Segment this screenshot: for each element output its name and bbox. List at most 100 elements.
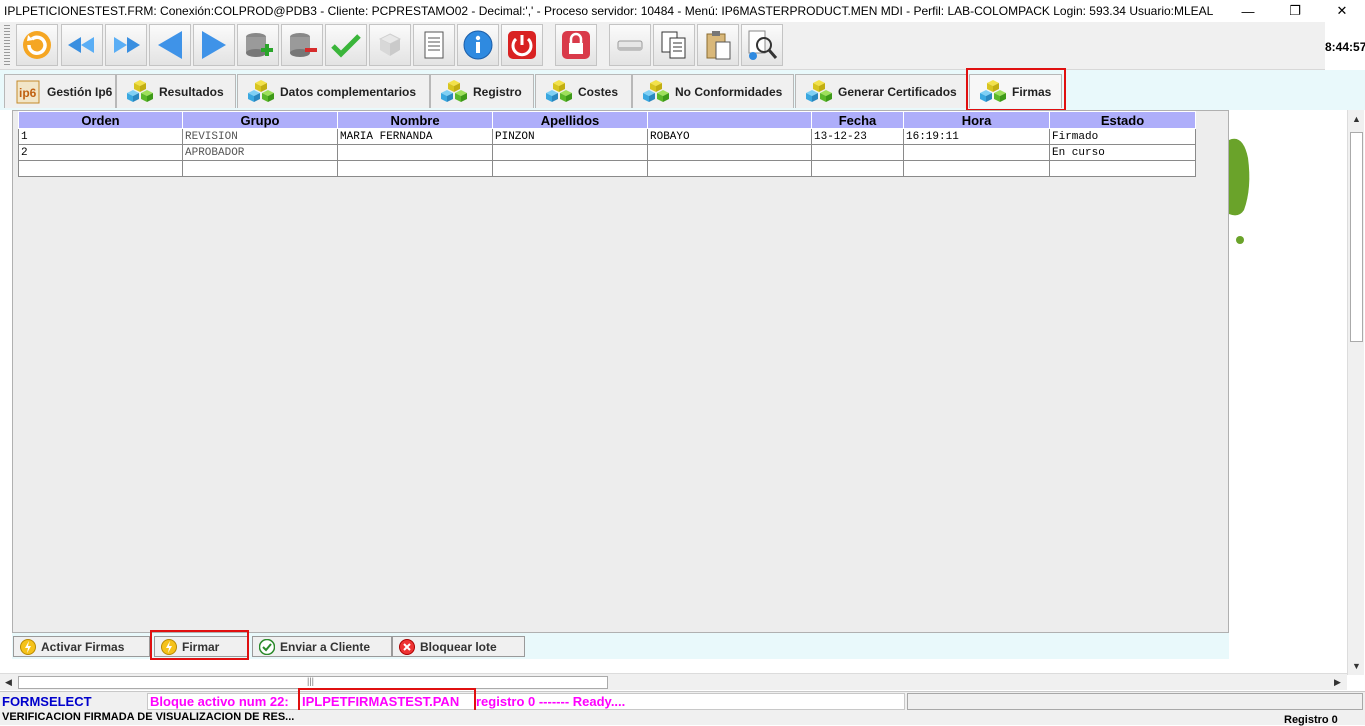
cell-estado[interactable]: En curso xyxy=(1049,144,1196,161)
bloquear-lote-button[interactable]: Bloquear lote xyxy=(392,636,525,657)
tab-no-conformidades[interactable]: No Conformidades xyxy=(632,74,794,108)
table-row[interactable]: 2 APROBADOR En curso xyxy=(18,144,1196,161)
copy-icon xyxy=(661,31,686,59)
paste-button[interactable] xyxy=(697,24,739,66)
cell-apellido2[interactable] xyxy=(647,144,812,161)
status-bloque: Bloque activo num 22: xyxy=(150,694,289,709)
first-record-button[interactable] xyxy=(61,24,103,66)
power-button[interactable] xyxy=(501,24,543,66)
cubes-icon xyxy=(806,79,832,102)
tab-datos-complementarios[interactable]: Datos complementarios xyxy=(237,74,430,108)
cell-fecha[interactable] xyxy=(811,160,904,177)
cubes-icon xyxy=(441,79,467,102)
vertical-scrollbar[interactable]: ▲ ▼ xyxy=(1347,110,1364,675)
cell-fecha[interactable] xyxy=(811,144,904,161)
search-button[interactable] xyxy=(741,24,783,66)
scroll-left-icon[interactable]: ◀ xyxy=(5,677,12,688)
scroll-right-icon[interactable]: ▶ xyxy=(1334,677,1341,688)
cell-grupo[interactable] xyxy=(182,160,338,177)
eraser-button[interactable] xyxy=(609,24,651,66)
add-record-button[interactable] xyxy=(237,24,279,66)
tab-costes[interactable]: Costes xyxy=(535,74,632,108)
last-record-button[interactable] xyxy=(105,24,147,66)
cell-orden[interactable] xyxy=(18,160,183,177)
cell-hora[interactable]: 16:19:11 xyxy=(903,128,1050,145)
minimize-button[interactable]: — xyxy=(1225,0,1271,22)
tab-label: Registro xyxy=(473,84,522,99)
horizontal-scroll-thumb[interactable]: ||| xyxy=(18,676,608,689)
column-header-grupo[interactable]: Grupo xyxy=(182,111,338,129)
delete-record-button[interactable] xyxy=(281,24,323,66)
firmar-button[interactable]: Firmar xyxy=(154,636,248,657)
tab-registro[interactable]: Registro xyxy=(430,74,534,108)
column-header-apellidos[interactable]: Apellidos xyxy=(492,111,648,129)
tab-firmas[interactable]: Firmas xyxy=(969,74,1062,108)
tab-resultados[interactable]: Resultados xyxy=(116,74,236,108)
firmas-panel xyxy=(12,110,1229,633)
column-header-fecha[interactable]: Fecha xyxy=(811,111,904,129)
previous-button[interactable] xyxy=(149,24,191,66)
tab-generar-certificados[interactable]: Generar Certificados xyxy=(795,74,968,108)
column-header-apellido2[interactable] xyxy=(647,111,812,129)
scroll-down-icon[interactable]: ▼ xyxy=(1352,661,1361,671)
table-row[interactable] xyxy=(18,160,1196,177)
cell-orden[interactable]: 2 xyxy=(18,144,183,161)
cell-nombre[interactable] xyxy=(337,144,493,161)
refresh-button[interactable] xyxy=(16,24,58,66)
copy-button[interactable] xyxy=(653,24,695,66)
scroll-grip-icon: ||| xyxy=(307,676,315,686)
column-header-orden[interactable]: Orden xyxy=(18,111,183,129)
cell-hora[interactable] xyxy=(903,144,1050,161)
print-button[interactable] xyxy=(413,24,455,66)
vertical-scroll-thumb[interactable] xyxy=(1350,132,1363,342)
enviar-cliente-button[interactable]: Enviar a Cliente xyxy=(252,636,392,657)
ip6-watermark-icon xyxy=(1229,138,1250,244)
tab-strip: ip6 Gestión Ip6 Resultados Datos complem… xyxy=(0,70,1365,110)
bloquear-lote-label: Bloquear lote xyxy=(420,639,497,654)
cell-nombre[interactable] xyxy=(337,160,493,177)
cell-estado[interactable] xyxy=(1049,160,1196,177)
cell-apellido2[interactable] xyxy=(647,160,812,177)
cell-apellidos[interactable]: PINZON xyxy=(492,128,648,145)
message-bar: VERIFICACION FIRMADA DE VISUALIZACION DE… xyxy=(0,710,1365,726)
toolbar-grip xyxy=(4,25,10,67)
cell-nombre[interactable]: MARIA FERNANDA xyxy=(337,128,493,145)
search-icon xyxy=(748,30,778,60)
close-button[interactable]: ✕ xyxy=(1319,0,1365,22)
lock-icon xyxy=(562,31,590,59)
firmas-table: Orden Grupo Nombre Apellidos Fecha Hora … xyxy=(18,111,1196,177)
info-button[interactable] xyxy=(457,24,499,66)
cell-fecha[interactable]: 13-12-23 xyxy=(811,128,904,145)
confirm-icon xyxy=(331,34,361,58)
next-button[interactable] xyxy=(193,24,235,66)
cell-apellidos[interactable] xyxy=(492,144,648,161)
column-header-nombre[interactable]: Nombre xyxy=(337,111,493,129)
status-ready: registro 0 ------- Ready.... xyxy=(476,694,626,709)
lock-button[interactable] xyxy=(555,24,597,66)
activar-firmas-button[interactable]: Activar Firmas xyxy=(13,636,150,657)
column-header-hora[interactable]: Hora xyxy=(903,111,1050,129)
cube-button[interactable] xyxy=(369,24,411,66)
cell-grupo[interactable]: APROBADOR xyxy=(182,144,338,161)
cell-apellido2[interactable]: ROBAYO xyxy=(647,128,812,145)
cubes-icon xyxy=(643,79,669,102)
window-title: IPLPETICIONESTEST.FRM: Conexión:COLPROD@… xyxy=(4,4,1214,18)
table-row[interactable]: 1 REVISION MARIA FERNANDA PINZON ROBAYO … xyxy=(18,128,1196,145)
scroll-up-icon[interactable]: ▲ xyxy=(1352,114,1361,124)
tab-gestion-ip6[interactable]: ip6 Gestión Ip6 xyxy=(4,74,116,108)
cell-estado[interactable]: Firmado xyxy=(1049,128,1196,145)
column-header-estado[interactable]: Estado xyxy=(1049,111,1196,129)
cubes-icon xyxy=(127,79,153,102)
toolbar xyxy=(0,22,1325,70)
confirm-button[interactable] xyxy=(325,24,367,66)
refresh-icon xyxy=(23,31,51,59)
cell-hora[interactable] xyxy=(903,160,1050,177)
previous-icon xyxy=(158,31,182,59)
firmar-label: Firmar xyxy=(182,639,220,654)
cell-orden[interactable]: 1 xyxy=(18,128,183,145)
tab-label: Generar Certificados xyxy=(838,84,957,99)
horizontal-scrollbar[interactable]: ◀ ||| ▶ xyxy=(0,673,1347,690)
restore-button[interactable]: ❐ xyxy=(1272,0,1318,22)
cell-grupo[interactable]: REVISION xyxy=(182,128,338,145)
cell-apellidos[interactable] xyxy=(492,160,648,177)
